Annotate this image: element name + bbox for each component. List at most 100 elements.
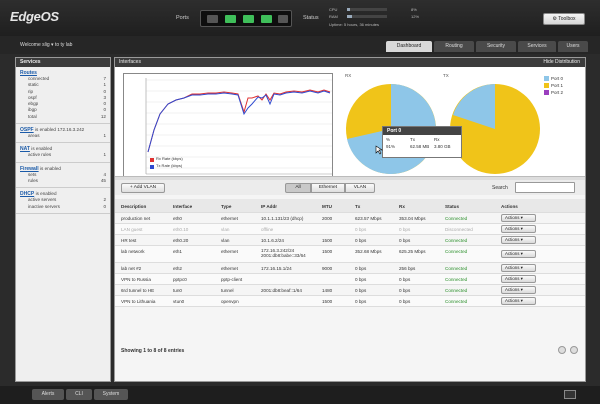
actions-label: Actions xyxy=(505,251,520,256)
dhcp-row-key: inactive servers xyxy=(28,203,60,209)
search-input[interactable] xyxy=(515,182,575,193)
cell-interface: vtun0 xyxy=(173,299,185,304)
cpu-bar-fill xyxy=(347,8,351,11)
dhcp-status: is enabled xyxy=(35,191,57,197)
firewall-status: is enabled xyxy=(40,165,61,171)
table-row[interactable]: VPN to Russia pptpc0 pptp-client 0 bps 0 bps… xyxy=(115,274,585,285)
port-indicator[interactable] xyxy=(243,15,254,23)
actions-dropdown-button[interactable]: Actions ▾ xyxy=(501,264,536,272)
tab-dashboard[interactable]: Dashboard xyxy=(386,41,432,52)
actions-label: Actions xyxy=(505,226,520,231)
legend-swatch xyxy=(544,83,549,88)
col-status[interactable]: Status xyxy=(445,204,459,209)
welcome-menu[interactable]: Welcome slig ▾ to ty lab xyxy=(20,42,72,48)
port-indicator[interactable] xyxy=(225,15,236,23)
cell-mtu: 1500 xyxy=(322,238,333,243)
table-row[interactable]: lab network eth1 ethernet 172.16.3.242/24 2… xyxy=(115,246,585,263)
interfaces-header: Interfaces Hide Distribution xyxy=(115,58,585,67)
cell-status: Connected xyxy=(445,238,468,243)
actions-label: Actions xyxy=(505,287,520,292)
port-indicator[interactable] xyxy=(261,15,272,23)
cell-type: ethernet xyxy=(221,249,238,254)
cpu-label: CPU xyxy=(329,7,338,12)
tab-routing[interactable]: Routing xyxy=(434,41,474,52)
hide-distribution-link[interactable]: Hide Distribution xyxy=(543,58,580,67)
tooltip-value: 91% xyxy=(386,144,396,149)
add-vlan-button[interactable]: + Add VLAN xyxy=(121,183,165,193)
cell-status: Connected xyxy=(445,266,468,271)
chart-area: Rx Rate (kbps) Tx Rate (kbps) RX TX Port… xyxy=(115,67,585,177)
next-page-icon[interactable] xyxy=(570,346,578,354)
rx-pie-label: RX xyxy=(345,73,352,78)
table-row[interactable]: 6rd tunnel to HE tun0 tunnel 2001:db8:beaf:… xyxy=(115,285,585,296)
interfaces-title: Interfaces xyxy=(119,59,141,65)
port-indicator[interactable] xyxy=(207,15,218,23)
col-rx[interactable]: Rx xyxy=(399,204,405,209)
port-indicator[interactable] xyxy=(278,15,288,23)
tab-alerts[interactable]: Alerts xyxy=(32,389,64,400)
actions-dropdown-button[interactable]: Actions ▾ xyxy=(501,214,536,222)
col-ip-addr[interactable]: IP Addr xyxy=(261,204,277,209)
tab-security[interactable]: Security xyxy=(476,41,516,52)
ospf-row: areas 1 xyxy=(20,133,106,139)
legend-label: Port 0 xyxy=(551,76,564,81)
pie-tooltip: Port 0 % Tx Rx 91% 62.58 MB 3.80 GB xyxy=(382,126,462,158)
services-sidebar: Services Routes connected 7 static 1 rip 0 osp… xyxy=(15,57,111,382)
tooltip-header: % xyxy=(386,137,391,142)
firewall-section: Firewall is enabled sets 4 rules 45 xyxy=(16,163,110,189)
firewall-row-value: 45 xyxy=(100,177,106,183)
filter-vlan[interactable]: VLAN xyxy=(345,183,375,193)
filter-ethernet[interactable]: Ethernet xyxy=(311,183,345,193)
cell-rx: 0 bps xyxy=(399,288,411,293)
cell-rx: 256 bps xyxy=(399,266,416,271)
table-row[interactable]: VPN to Lithuania vtun0 openvpn 1500 0 bps 0 b… xyxy=(115,296,585,307)
nat-status: is enabled xyxy=(31,146,53,152)
col-type[interactable]: Type xyxy=(221,204,231,209)
cell-ip-addr: 172.16.15.1/24 xyxy=(261,266,292,271)
table-row[interactable]: HR test eth0.20 vlan 10.1.6.2/24 1500 0 bps 0 … xyxy=(115,235,585,246)
welcome-text: Welcome slig xyxy=(20,42,50,48)
actions-dropdown-button[interactable]: Actions ▾ xyxy=(501,297,536,305)
chevron-down-icon: ▾ xyxy=(519,215,523,220)
cell-type: vlan xyxy=(221,238,230,243)
cell-mtu: 1480 xyxy=(322,288,333,293)
cell-tx: 0 bps xyxy=(355,277,367,282)
tooltip-value: 62.58 MB xyxy=(410,144,430,149)
tab-system[interactable]: System xyxy=(94,389,128,400)
col-mtu[interactable]: MTU xyxy=(322,204,332,209)
cell-description: LAN guest xyxy=(121,227,143,232)
cell-mtu: 2000 xyxy=(322,216,333,221)
tooltip-title: Port 0 xyxy=(383,127,461,135)
toolbox-label: Toolbox xyxy=(558,16,576,22)
table-row[interactable]: lab net #2 eth2 ethernet 172.16.15.1/24 9000… xyxy=(115,263,585,274)
actions-dropdown-button[interactable]: Actions ▾ xyxy=(501,250,536,258)
tab-users[interactable]: Users xyxy=(558,41,588,52)
tab-cli[interactable]: CLI xyxy=(66,389,92,400)
cell-tx: 0 bps xyxy=(355,227,367,232)
table-row[interactable]: production net eth0 ethernet 10.1.1.131/23 … xyxy=(115,213,585,224)
bottom-bar: Alerts CLI System xyxy=(0,386,600,404)
cell-description: lab net #2 xyxy=(121,266,142,271)
actions-dropdown-button[interactable]: Actions ▾ xyxy=(501,225,536,233)
cell-rx: 353.04 Mbps xyxy=(399,216,426,221)
cpu-value: 8% xyxy=(411,7,417,12)
top-bar: EdgeOS Ports Status CPU 8% RAM 12% Uptim… xyxy=(0,0,600,36)
pie-legend: Port 0 Port 1 Port 2 xyxy=(544,75,563,96)
actions-dropdown-button[interactable]: Actions ▾ xyxy=(501,286,536,294)
table-row[interactable]: LAN guest eth0.10 vlan offline 0 bps 0 bps Dis… xyxy=(115,224,585,235)
window-resize-icon[interactable] xyxy=(564,390,576,399)
rx-legend-label: Rx Rate (kbps) xyxy=(156,156,183,161)
col-interface[interactable]: Interface xyxy=(173,204,192,209)
cell-tx: 623.57 Mbps xyxy=(355,216,382,221)
actions-label: Actions xyxy=(505,215,520,220)
prev-page-icon[interactable] xyxy=(558,346,566,354)
tab-services[interactable]: Services xyxy=(518,41,556,52)
col-description[interactable]: Description xyxy=(121,204,146,209)
actions-dropdown-button[interactable]: Actions ▾ xyxy=(501,236,536,244)
actions-dropdown-button[interactable]: Actions ▾ xyxy=(501,275,536,283)
toolbox-button[interactable]: ⚙ Toolbox xyxy=(543,13,585,25)
col-tx[interactable]: Tx xyxy=(355,204,360,209)
filter-all[interactable]: All xyxy=(285,183,311,193)
cell-description: VPN to Russia xyxy=(121,277,151,282)
cell-tx: 0 bps xyxy=(355,299,367,304)
